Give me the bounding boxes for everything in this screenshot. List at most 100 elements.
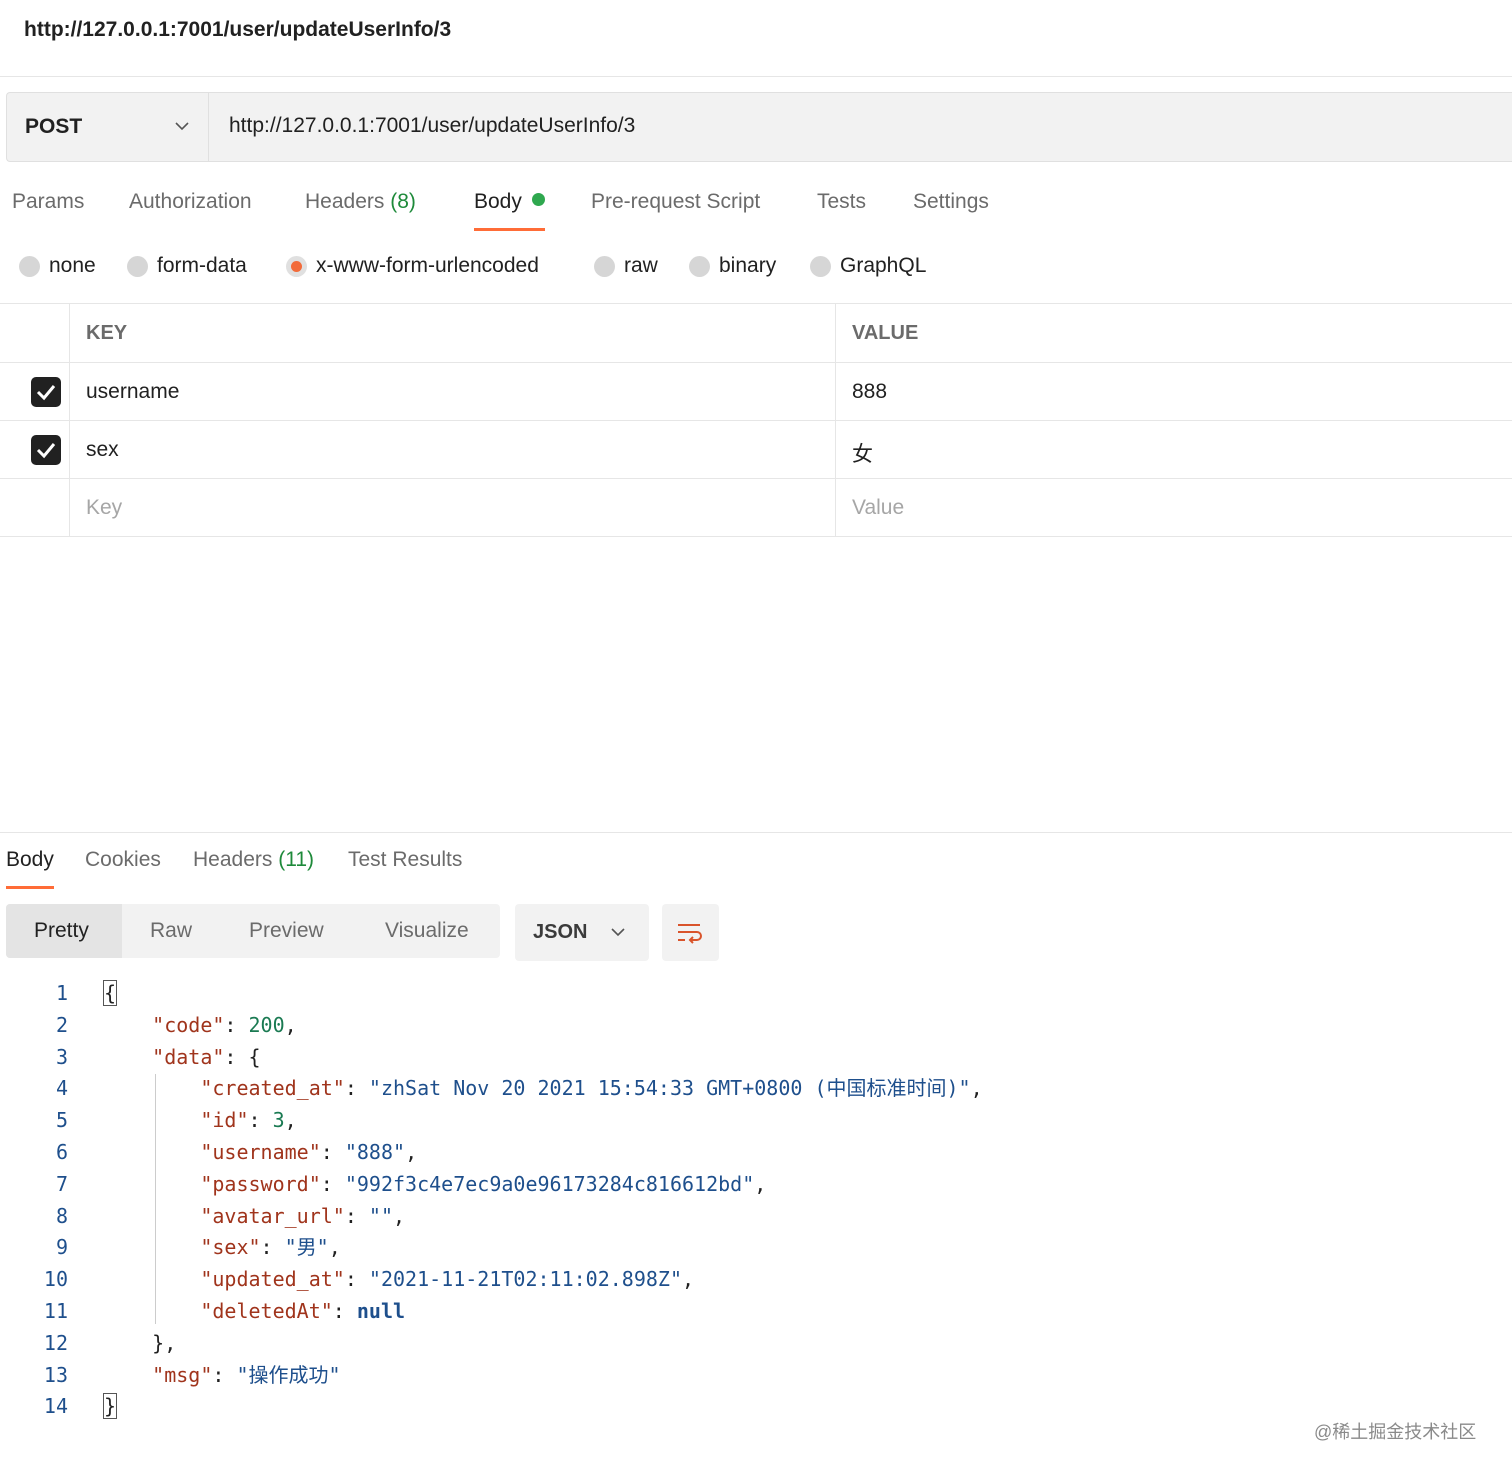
key-text: username [86,380,180,403]
radio-urlencoded-label: x-www-form-urlencoded [316,254,539,277]
json-null: null [356,1298,406,1323]
json-string: "zhSat Nov 20 2021 15:54:33 GMT+0800 (中国… [368,1076,971,1101]
radio-form-data[interactable]: form-data [127,254,247,278]
response-divider[interactable] [0,832,1512,833]
value-text: 女 [852,443,873,466]
response-tab-test-results[interactable]: Test Results [348,848,462,872]
row-checkbox-cell [0,363,70,420]
method-select[interactable]: POST [7,93,209,161]
radio-none[interactable]: none [19,254,96,278]
line-number: 13 [43,1362,68,1387]
tab-settings[interactable]: Settings [913,190,989,214]
code-line: 1{ [0,978,1512,1010]
code-line: 14} [0,1391,1512,1423]
table-row: username 888 [0,363,1512,421]
view-pretty-label: Pretty [34,919,89,942]
json-brace: { [102,980,118,1006]
method-label: POST [25,115,83,138]
tab-params-label: Params [12,190,85,213]
value-cell[interactable]: 女 [836,421,1512,478]
code-line: 3 "data": { [0,1042,1512,1074]
line-number: 1 [55,981,68,1005]
request-title-bar: http://127.0.0.1:7001/user/updateUserInf… [0,0,1512,77]
json-brace: { [248,1044,261,1069]
json-key: "password" [200,1171,321,1196]
line-number: 11 [43,1298,68,1323]
radio-graphql[interactable]: GraphQL [810,254,926,278]
json-number: 200 [248,1012,285,1037]
code-line: 2 "code": 200, [0,1010,1512,1042]
code-line: 8 "avatar_url": "", [0,1201,1512,1233]
json-number: 3 [272,1108,285,1133]
view-raw-label: Raw [150,919,193,942]
url-input[interactable]: http://127.0.0.1:7001/user/updateUserInf… [209,93,1512,161]
request-tabs: Params Authorization Headers (8) Body Pr… [0,180,1512,236]
radio-binary[interactable]: binary [689,254,776,278]
json-key: "avatar_url" [200,1203,345,1228]
checkmark-icon [36,443,56,459]
line-number: 2 [55,1012,68,1037]
view-preview-button[interactable]: Preview [249,904,324,958]
table-header: KEY VALUE [0,304,1512,363]
row-checkbox-cell [0,421,70,478]
line-number: 12 [43,1330,68,1355]
request-bar: POST http://127.0.0.1:7001/user/updateUs… [6,92,1512,162]
response-tab-headers[interactable]: Headers (11) [193,848,314,872]
json-brace: } [102,1393,118,1420]
url-text: http://127.0.0.1:7001/user/updateUserInf… [229,114,636,137]
row-enabled-checkbox[interactable] [31,377,61,407]
response-tab-cookies-label: Cookies [85,848,161,871]
line-number: 3 [55,1044,68,1069]
format-select[interactable]: JSON [515,904,649,961]
view-visualize-button[interactable]: Visualize [385,904,469,958]
radio-circle [689,255,710,277]
response-tab-cookies[interactable]: Cookies [85,848,161,872]
format-label: JSON [533,921,588,943]
response-json-viewer[interactable]: 1{ 2 "code": 200, 3 "data": { 4 "created… [0,978,1512,1423]
radio-form-data-label: form-data [157,254,247,277]
line-number: 4 [55,1076,68,1101]
table-row-empty: Key Value [0,479,1512,537]
code-line: 13 "msg": "操作成功" [0,1360,1512,1392]
line-number: 6 [55,1139,68,1164]
tab-body[interactable]: Body [474,190,545,231]
radio-raw-label: raw [624,254,658,277]
tab-pre-request-script[interactable]: Pre-request Script [591,190,760,214]
key-input[interactable]: Key [70,479,836,536]
json-key: "id" [200,1108,249,1133]
json-string: "操作成功" [236,1362,341,1387]
value-input[interactable]: Value [836,479,1512,536]
response-tab-body[interactable]: Body [6,848,54,889]
wrap-lines-button[interactable] [662,904,719,961]
tab-settings-label: Settings [913,190,989,213]
request-title[interactable]: http://127.0.0.1:7001/user/updateUserInf… [24,18,451,42]
json-brace: }, [152,1330,177,1355]
view-raw-button[interactable]: Raw [150,904,192,958]
response-tabs: Body Cookies Headers (11) Test Results [0,840,1512,892]
body-indicator-dot [531,193,545,206]
key-placeholder: Key [86,496,123,519]
response-headers-count: (11) [278,848,315,871]
tab-authorization[interactable]: Authorization [129,190,252,214]
response-tab-headers-label: Headers [193,848,273,871]
body-mode-radios: none form-data x-www-form-urlencoded raw… [0,246,1512,290]
value-header-label: VALUE [852,322,919,344]
active-tab-underline [474,228,545,231]
wrap-lines-icon [678,924,702,944]
tab-tests[interactable]: Tests [817,190,866,214]
tab-params[interactable]: Params [12,190,84,214]
value-cell[interactable]: 888 [836,363,1512,420]
tab-headers[interactable]: Headers (8) [305,190,416,214]
view-pretty-button[interactable]: Pretty [6,904,122,958]
radio-raw[interactable]: raw [594,254,658,278]
code-line: 12 }, [0,1328,1512,1360]
radio-x-www-form-urlencoded[interactable]: x-www-form-urlencoded [286,254,539,278]
json-string: "888" [344,1139,406,1164]
value-placeholder: Value [852,496,905,519]
code-line: 9 "sex": "男", [0,1232,1512,1264]
row-enabled-checkbox[interactable] [31,435,61,465]
radio-binary-label: binary [719,254,777,277]
line-number: 5 [55,1108,68,1133]
key-cell[interactable]: username [70,363,836,420]
key-cell[interactable]: sex [70,421,836,478]
